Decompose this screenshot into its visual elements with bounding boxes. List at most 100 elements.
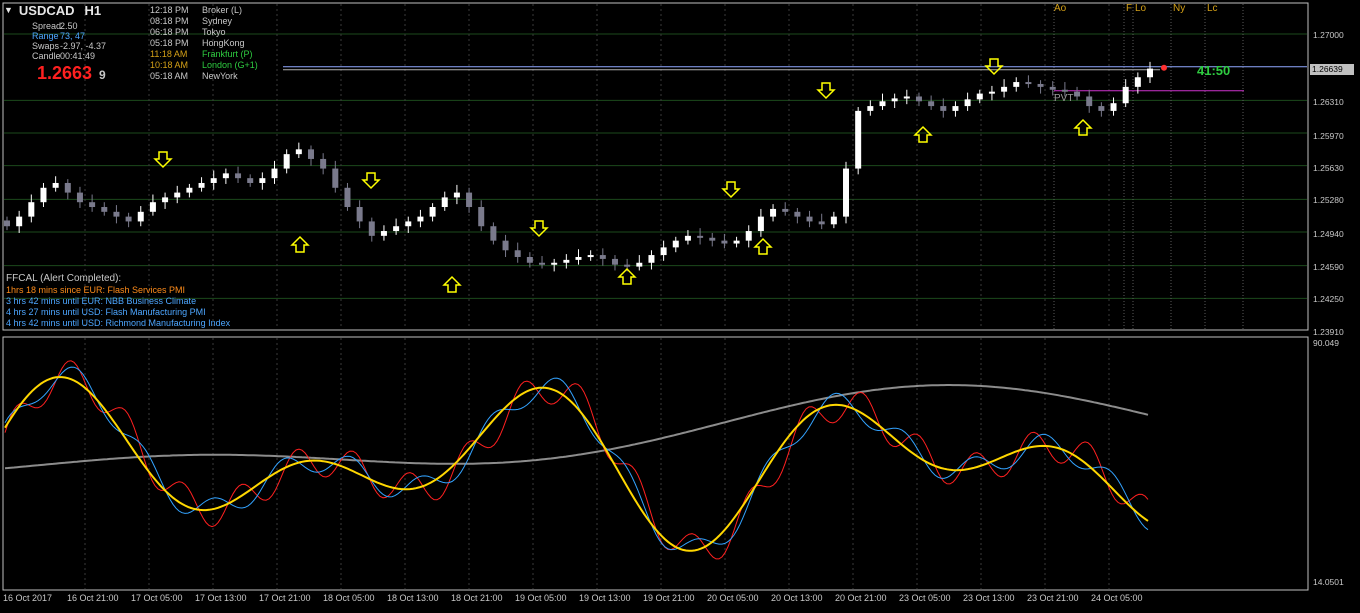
candle-body bbox=[782, 208, 789, 212]
time-tick-label: 17 Oct 13:00 bbox=[195, 593, 247, 603]
candle-body bbox=[490, 226, 497, 241]
candle-body bbox=[757, 216, 764, 232]
buy-arrow-icon bbox=[753, 237, 773, 255]
candle-body bbox=[806, 216, 813, 222]
time-tick-label: 16 Oct 21:00 bbox=[67, 593, 119, 603]
session-name: HongKong bbox=[202, 38, 245, 48]
candle-body bbox=[332, 168, 339, 188]
sell-arrow-icon bbox=[153, 151, 173, 169]
time-tick-label: 20 Oct 21:00 bbox=[835, 593, 887, 603]
session-time: 12:18 PM bbox=[150, 5, 189, 15]
price-tick-label: 1.26310 bbox=[1313, 97, 1344, 107]
time-grid bbox=[84, 4, 1110, 589]
candle-body bbox=[125, 216, 132, 222]
spread-row: Spread2.50 bbox=[32, 21, 78, 31]
price-tick-label: 1.25970 bbox=[1313, 131, 1344, 141]
candle-body bbox=[89, 202, 96, 208]
candle-body bbox=[1049, 86, 1056, 90]
candle-body bbox=[1122, 86, 1129, 104]
symbol-header: ▼ USDCAD H1 bbox=[4, 3, 101, 18]
candle-body bbox=[441, 197, 448, 208]
candle-body bbox=[429, 207, 436, 217]
session-time: 05:18 AM bbox=[150, 71, 189, 81]
osc-axis-min: 14.0501 bbox=[1313, 577, 1344, 587]
session-row: 10:18 AM London (G+1) bbox=[150, 60, 258, 71]
osc-fast-line bbox=[4, 360, 1149, 560]
pivot-label: PVT bbox=[1054, 93, 1074, 104]
session-row: 05:18 PM HongKong bbox=[150, 38, 245, 49]
candle-body bbox=[417, 216, 424, 222]
candle-body bbox=[563, 259, 570, 263]
osc-slow-line bbox=[4, 384, 1149, 470]
session-row: 11:18 AM Frankfurt (P) bbox=[150, 49, 253, 60]
osc-mid-line bbox=[4, 366, 1149, 551]
session-row: 08:18 PM Sydney bbox=[150, 16, 232, 27]
candle-body bbox=[1098, 106, 1105, 111]
time-tick-label: 19 Oct 13:00 bbox=[579, 593, 631, 603]
ffcal-item: 1hrs 18 mins since EUR: Flash Services P… bbox=[6, 285, 186, 295]
time-tick-label: 20 Oct 05:00 bbox=[707, 593, 759, 603]
candle-body bbox=[964, 99, 971, 107]
time-tick-label: 23 Oct 21:00 bbox=[1027, 593, 1079, 603]
candle-body bbox=[879, 101, 886, 107]
session-label-ny: Ny bbox=[1173, 3, 1186, 14]
time-tick-label: 17 Oct 21:00 bbox=[259, 593, 311, 603]
time-tick-label: 18 Oct 13:00 bbox=[387, 593, 439, 603]
oscillator-pane[interactable] bbox=[2, 336, 1309, 591]
candle-body bbox=[526, 256, 533, 263]
candle-body bbox=[684, 235, 691, 241]
candle-body bbox=[697, 235, 704, 238]
candle-body bbox=[672, 240, 679, 248]
candle-body bbox=[721, 240, 728, 244]
price-tick-label: 1.23910 bbox=[1313, 327, 1344, 337]
signal-arrows bbox=[153, 58, 1093, 293]
candle-body bbox=[648, 255, 655, 263]
candle-body bbox=[1037, 83, 1044, 87]
candle-body bbox=[818, 221, 825, 225]
candle-body bbox=[16, 216, 23, 227]
candle-body bbox=[235, 173, 242, 179]
spread-label: Spread bbox=[32, 21, 62, 31]
current-price-dot bbox=[1161, 64, 1167, 71]
session-name: Sydney bbox=[202, 16, 233, 26]
chart-menu-icon[interactable]: ▼ bbox=[4, 5, 13, 15]
swaps-label: Swaps bbox=[32, 41, 60, 51]
candle-body bbox=[405, 221, 412, 227]
session-label-f: F bbox=[1126, 3, 1133, 14]
candle-body bbox=[928, 101, 935, 107]
candle-body bbox=[903, 96, 910, 99]
candle-body bbox=[709, 237, 716, 241]
candle-body bbox=[247, 178, 254, 183]
spread-value: 2.50 bbox=[60, 21, 78, 31]
candle-body bbox=[843, 168, 850, 217]
candle-timer: 41:50 bbox=[1197, 63, 1231, 78]
current-price-big: 1.2663 bbox=[37, 63, 93, 83]
session-name: Frankfurt (P) bbox=[202, 49, 253, 59]
candle-body bbox=[891, 98, 898, 102]
candle-body bbox=[611, 258, 618, 265]
candle-body bbox=[867, 106, 874, 111]
candle-body bbox=[770, 208, 777, 217]
candle-body bbox=[466, 192, 473, 208]
candle-body bbox=[575, 256, 582, 260]
candle-body bbox=[356, 207, 363, 222]
ffcal-item: 4 hrs 42 mins until USD: Richmond Manufa… bbox=[6, 318, 231, 328]
price-tick-label: 1.24590 bbox=[1313, 262, 1344, 272]
candle-body bbox=[162, 197, 169, 203]
candle-body bbox=[76, 192, 83, 203]
osc-axis-max: 90.049 bbox=[1313, 338, 1339, 348]
candle-body bbox=[733, 240, 740, 244]
candle-body bbox=[1074, 91, 1081, 97]
time-tick-label: 19 Oct 21:00 bbox=[643, 593, 695, 603]
buy-arrow-icon bbox=[290, 235, 310, 253]
candle-body bbox=[295, 149, 302, 155]
ffcal-item: 3 hrs 42 mins until EUR: NBB Business Cl… bbox=[6, 296, 197, 306]
session-name: NewYork bbox=[202, 71, 238, 81]
time-tick-label: 16 Oct 2017 bbox=[3, 593, 53, 603]
candle-body bbox=[259, 178, 266, 183]
session-name: London (G+1) bbox=[202, 60, 258, 70]
candle-body bbox=[52, 182, 59, 188]
swaps-value: -2.97, -4.37 bbox=[60, 41, 107, 51]
session-lines bbox=[283, 4, 1307, 329]
session-time: 05:18 PM bbox=[150, 38, 189, 48]
